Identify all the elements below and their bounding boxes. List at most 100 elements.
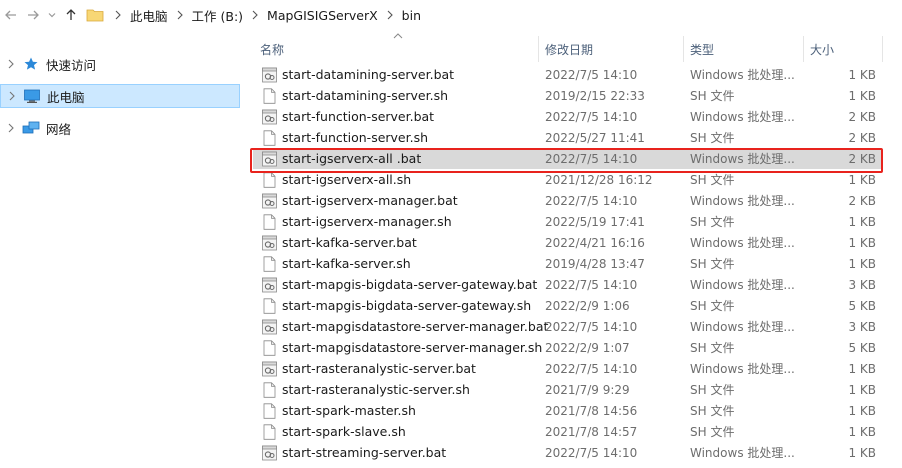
nav-item-label: 网络	[46, 121, 72, 137]
up-button[interactable]	[60, 3, 82, 27]
file-name: start-mapgisdatastore-server-manager.bat	[282, 319, 549, 334]
breadcrumb: 此电脑 工作 (B:) MapGISIGServerX bin	[86, 0, 425, 30]
file-name: start-function-server.sh	[282, 130, 429, 145]
file-row[interactable]: start-kafka-server.bat 2022/4/21 16:16 Win…	[253, 232, 882, 253]
file-row[interactable]: start-mapgisdatastore-server-manager.sh 2…	[253, 337, 882, 358]
file-size: 1 KB	[848, 67, 876, 82]
file-size: 1 KB	[848, 424, 876, 439]
column-divider[interactable]	[803, 36, 804, 62]
file-modified-date: 2022/7/5 14:10	[545, 319, 638, 334]
file-row[interactable]: start-mapgisdatastore-server-manager.bat…	[253, 316, 882, 337]
document-icon	[262, 88, 277, 104]
file-name: start-mapgis-bigdata-server-gateway.sh	[282, 298, 532, 313]
file-row[interactable]: start-function-server.bat 2022/7/5 14:10 W…	[253, 106, 882, 127]
nav-item-label: 此电脑	[47, 89, 85, 105]
document-icon	[262, 424, 277, 440]
document-icon	[262, 172, 277, 188]
file-row[interactable]: start-datamining-server.sh 2019/2/15 22:3…	[253, 85, 882, 106]
file-type: SH 文件	[690, 215, 735, 229]
file-modified-date: 2022/7/5 14:10	[545, 193, 638, 208]
highlight-annotation-box	[250, 148, 883, 173]
breadcrumb-separator-icon[interactable]	[247, 0, 263, 30]
batch-file-icon	[262, 277, 277, 293]
file-name: start-datamining-server.sh	[282, 88, 449, 103]
batch-file-icon	[262, 319, 277, 335]
file-row[interactable]: start-rasteranalystic-server.sh 2021/7/9 …	[253, 379, 882, 400]
file-type: Windows 批处理...	[690, 110, 795, 124]
breadcrumb-separator-icon[interactable]	[382, 0, 398, 30]
file-size: 1 KB	[848, 214, 876, 229]
forward-button[interactable]	[22, 3, 44, 27]
file-modified-date: 2021/7/9 9:29	[545, 382, 630, 397]
file-type: SH 文件	[690, 404, 735, 418]
file-name: start-function-server.bat	[282, 109, 435, 124]
file-type: SH 文件	[690, 89, 735, 103]
file-list: start-datamining-server.bat 2022/7/5 14:1…	[253, 64, 882, 463]
file-modified-date: 2022/5/27 11:41	[545, 130, 645, 145]
file-size: 2 KB	[848, 109, 876, 124]
network-icon	[22, 120, 40, 136]
recent-locations-button[interactable]	[44, 3, 60, 27]
file-row[interactable]: start-spark-slave.sh 2021/7/8 14:57 SH 文件 1…	[253, 421, 882, 442]
file-name: start-mapgis-bigdata-server-gateway.bat	[282, 277, 538, 292]
nav-item-network[interactable]: 网络	[0, 116, 240, 140]
document-icon	[262, 382, 277, 398]
file-name: start-igserverx-manager.sh	[282, 214, 452, 229]
chevron-right-icon[interactable]	[0, 59, 22, 69]
column-header-type[interactable]: 类型	[690, 36, 800, 62]
file-size: 1 KB	[848, 382, 876, 397]
breadcrumb-separator-icon[interactable]	[172, 0, 188, 30]
file-type: Windows 批处理...	[690, 68, 795, 82]
column-divider[interactable]	[538, 36, 539, 62]
batch-file-icon	[262, 445, 277, 461]
back-button[interactable]	[0, 3, 22, 27]
arrow-up-icon	[66, 9, 76, 20]
file-row[interactable]: start-function-server.sh 2022/5/27 11:41 S…	[253, 127, 882, 148]
document-icon	[262, 130, 277, 146]
document-icon	[262, 214, 277, 230]
column-divider[interactable]	[683, 36, 684, 62]
file-row[interactable]: start-kafka-server.sh 2019/4/28 13:47 SH 文…	[253, 253, 882, 274]
file-row[interactable]: start-spark-master.sh 2021/7/8 14:56 SH 文件…	[253, 400, 882, 421]
file-row[interactable]: start-streaming-server.bat 2022/7/5 14:10…	[253, 442, 882, 463]
nav-item-this-pc[interactable]: 此电脑	[0, 84, 240, 108]
document-icon	[262, 256, 277, 272]
breadcrumb-item[interactable]: 工作 (B:)	[188, 6, 248, 25]
file-row[interactable]: start-mapgis-bigdata-server-gateway.bat 2…	[253, 274, 882, 295]
computer-icon	[23, 88, 41, 104]
file-name: start-kafka-server.sh	[282, 256, 411, 271]
file-type: Windows 批处理...	[690, 320, 795, 334]
file-row[interactable]: start-datamining-server.bat 2022/7/5 14:1…	[253, 64, 882, 85]
file-size: 1 KB	[848, 361, 876, 376]
breadcrumb-item[interactable]: 此电脑	[126, 6, 172, 25]
breadcrumb-separator-icon[interactable]	[110, 0, 126, 30]
file-modified-date: 2022/7/5 14:10	[545, 277, 638, 292]
chevron-right-icon[interactable]	[0, 123, 22, 133]
file-row[interactable]: start-rasteranalystic-server.bat 2022/7/5…	[253, 358, 882, 379]
batch-file-icon	[262, 361, 277, 377]
nav-item-label: 快速访问	[46, 57, 97, 73]
nav-item-quick-access[interactable]: 快速访问	[0, 52, 240, 76]
column-header-name[interactable]: 名称	[260, 36, 540, 62]
file-size: 2 KB	[848, 130, 876, 145]
file-type: SH 文件	[690, 173, 735, 187]
file-type: SH 文件	[690, 425, 735, 439]
file-row[interactable]: start-igserverx-manager.bat 2022/7/5 14:1…	[253, 190, 882, 211]
file-size: 1 KB	[848, 256, 876, 271]
file-name: start-datamining-server.bat	[282, 67, 455, 82]
file-modified-date: 2022/7/5 14:10	[545, 109, 638, 124]
file-size: 5 KB	[848, 298, 876, 313]
file-size: 1 KB	[848, 172, 876, 187]
batch-file-icon	[262, 193, 277, 209]
column-header-date[interactable]: 修改日期	[545, 36, 680, 62]
file-type: SH 文件	[690, 383, 735, 397]
chevron-right-icon[interactable]	[1, 91, 23, 101]
navigation-pane: 快速访问 此电脑 网络	[0, 40, 244, 468]
column-header-size[interactable]: 大小	[810, 36, 880, 62]
file-row[interactable]: start-mapgis-bigdata-server-gateway.sh 20…	[253, 295, 882, 316]
file-name: start-spark-slave.sh	[282, 424, 406, 439]
breadcrumb-item[interactable]: MapGISIGServerX	[263, 8, 382, 23]
file-row[interactable]: start-igserverx-manager.sh 2022/5/19 17:4…	[253, 211, 882, 232]
column-divider[interactable]	[882, 36, 883, 62]
breadcrumb-item[interactable]: bin	[398, 8, 425, 23]
